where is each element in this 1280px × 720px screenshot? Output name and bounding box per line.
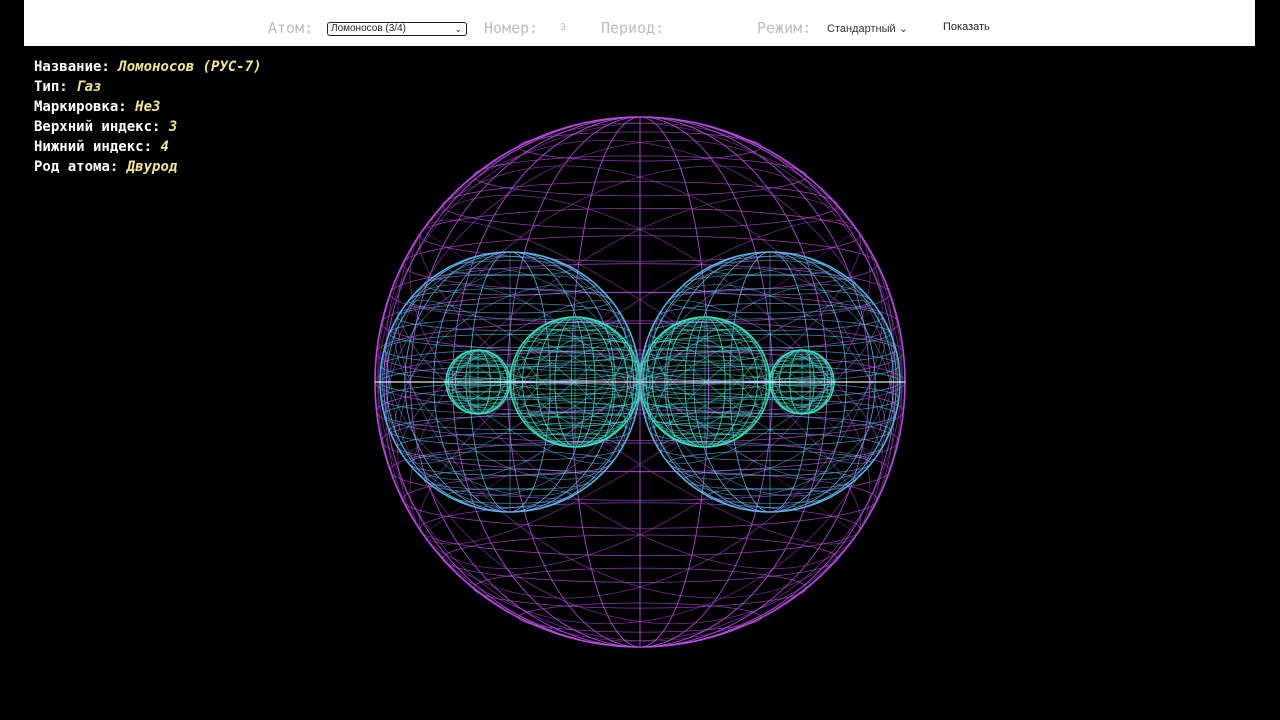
show-button[interactable]: Показать bbox=[943, 21, 990, 33]
number-value[interactable]: 3 bbox=[560, 22, 566, 33]
chevron-down-icon: ⌄ bbox=[454, 24, 462, 34]
atom-select-value: Ломоносов (3/4) bbox=[331, 23, 406, 34]
info-row-lower-index: Нижний индекс: 4 bbox=[34, 137, 262, 157]
atom-select[interactable]: Ломоносов (3/4) ⌄ bbox=[327, 22, 467, 36]
info-row-marking: Маркировка: He3 bbox=[34, 97, 262, 117]
info-row-atom-kind: Род атома: Двурод bbox=[34, 157, 262, 177]
info-row-upper-index: Верхний индекс: 3 bbox=[34, 117, 262, 137]
marking-value: He3 bbox=[135, 99, 161, 115]
marking-label: Маркировка: bbox=[34, 99, 127, 115]
info-row-name: Название: Ломоносов (РУС-7) bbox=[34, 57, 262, 77]
upper-index-value: 3 bbox=[168, 119, 178, 135]
toolbar: Атом: Ломоносов (3/4) ⌄ Номер: 3 Период:… bbox=[24, 0, 1255, 46]
number-label: Номер: bbox=[484, 19, 539, 37]
mode-select[interactable]: Стандартный ⌄ bbox=[827, 22, 908, 35]
app-viewport: Атом: Ломоносов (3/4) ⌄ Номер: 3 Период:… bbox=[0, 0, 1280, 720]
name-label: Название: bbox=[34, 59, 110, 75]
atom-kind-value: Двурод bbox=[126, 159, 178, 175]
upper-index-label: Верхний индекс: bbox=[34, 119, 161, 135]
chevron-down-icon: ⌄ bbox=[898, 23, 908, 35]
period-label: Период: bbox=[601, 19, 665, 37]
atom-label: Атом: bbox=[268, 19, 314, 37]
lower-index-label: Нижний индекс: bbox=[34, 139, 153, 155]
type-label: Тип: bbox=[34, 79, 68, 95]
lower-index-value: 4 bbox=[160, 139, 169, 155]
info-row-type: Тип: Газ bbox=[34, 77, 262, 97]
type-value: Газ bbox=[76, 79, 102, 95]
atom-3d-visualization[interactable] bbox=[360, 100, 920, 660]
right-border bbox=[1255, 0, 1280, 720]
mode-label: Режим: bbox=[757, 19, 812, 37]
atom-info-panel: Название: Ломоносов (РУС-7) Тип: Газ Мар… bbox=[34, 57, 262, 177]
name-value: Ломоносов (РУС-7) bbox=[118, 59, 262, 75]
mode-select-value: Стандартный bbox=[827, 23, 896, 35]
atom-kind-label: Род атома: bbox=[34, 159, 119, 175]
